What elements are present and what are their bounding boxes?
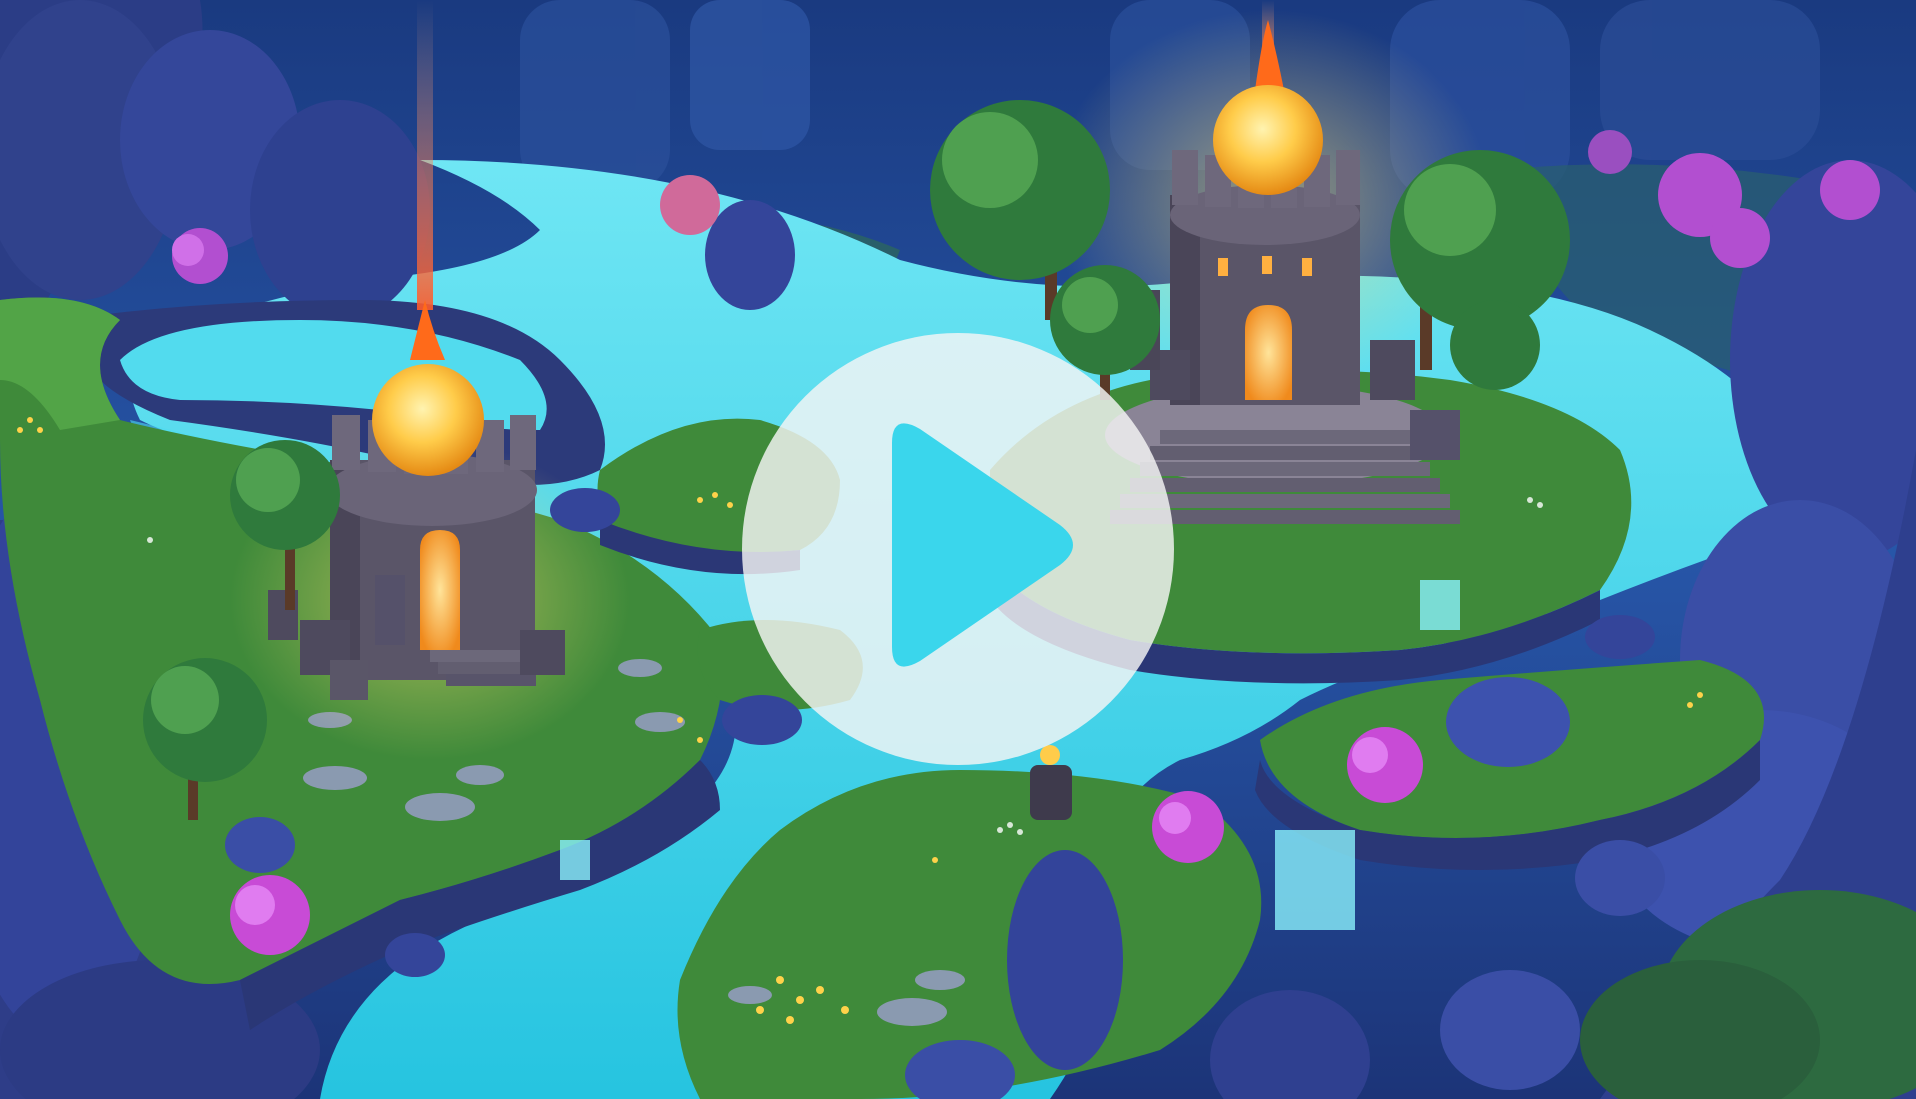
- play-button[interactable]: [742, 333, 1174, 765]
- video-player[interactable]: [0, 0, 1916, 1099]
- play-triangle-icon: [892, 423, 1073, 667]
